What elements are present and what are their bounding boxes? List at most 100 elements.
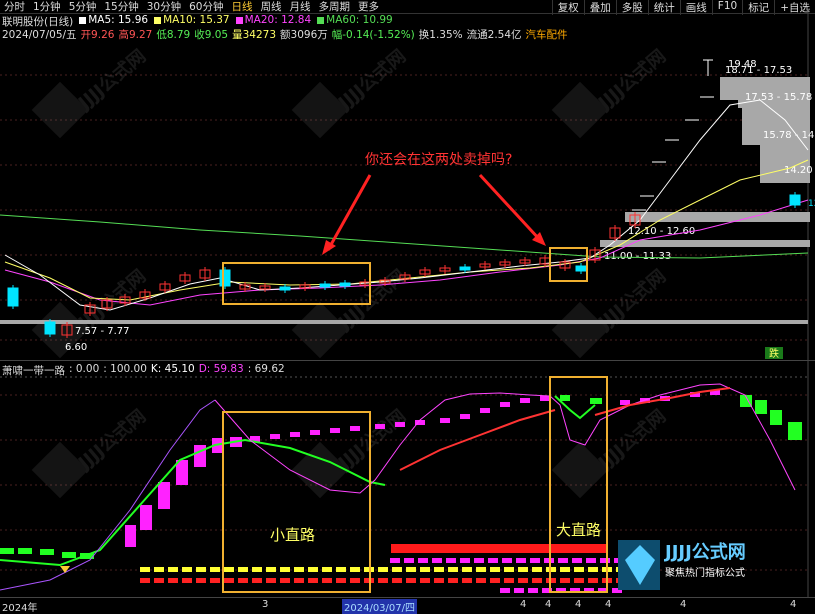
red-dash bbox=[462, 578, 472, 583]
red-dash bbox=[182, 578, 192, 583]
indicator-green-bar bbox=[788, 422, 802, 440]
watermark-text: JJJJ公式网 bbox=[73, 45, 151, 115]
watermark: JJJJ公式网 bbox=[291, 405, 410, 499]
magenta-dash bbox=[404, 558, 414, 563]
red-dash bbox=[308, 578, 318, 583]
magenta-dash bbox=[600, 558, 610, 563]
yellow-dash bbox=[406, 567, 416, 572]
watermark-text: JJJJ公式网 bbox=[593, 265, 671, 335]
candle bbox=[339, 282, 351, 287]
red-dash bbox=[392, 578, 402, 583]
yellow-dash bbox=[462, 567, 472, 572]
indicator-value-3: D: 59.83 bbox=[198, 363, 244, 375]
watermark: JJJJ公式网 bbox=[31, 265, 150, 359]
red-dash bbox=[378, 578, 388, 583]
date-label-6: 4 bbox=[605, 599, 612, 610]
indicator-magenta-bar bbox=[350, 426, 360, 431]
red-dash bbox=[406, 578, 416, 583]
annotation-arrow-right bbox=[478, 173, 542, 242]
watermark: JJJJ公式网 bbox=[551, 405, 670, 499]
yellow-dash bbox=[420, 567, 430, 572]
indicator-green-bar bbox=[770, 410, 782, 425]
yellow-dash bbox=[560, 567, 570, 572]
edge-value-label: 12 bbox=[808, 199, 815, 209]
date-label-7: 4 bbox=[680, 599, 687, 610]
red-dash bbox=[154, 578, 164, 583]
yellow-dash bbox=[392, 567, 402, 572]
magenta-dash bbox=[572, 558, 582, 563]
yellow-dash bbox=[490, 567, 500, 572]
red-dash bbox=[252, 578, 262, 583]
candle bbox=[219, 269, 231, 287]
candle bbox=[7, 287, 19, 307]
red-dash bbox=[504, 578, 514, 583]
yellow-dash bbox=[350, 567, 360, 572]
indicator-value-4: : 69.62 bbox=[247, 363, 285, 375]
indicator-magenta-bar bbox=[140, 505, 152, 530]
red-dash bbox=[238, 578, 248, 583]
indicator-legend-row: 萧啸一带一路 : 0.00: 100.00 K: 45.10 D: 59.83: 6… bbox=[2, 363, 285, 377]
indicator-magenta-bar bbox=[480, 408, 490, 413]
zone-label-6: 7.57 - 7.77 bbox=[75, 326, 130, 337]
watermark-logo bbox=[31, 441, 89, 499]
indicator-name: 萧啸一带一路 bbox=[2, 365, 65, 377]
watermark-logo bbox=[551, 81, 609, 139]
red-dash bbox=[266, 578, 276, 583]
watermark-text: JJJJ公式网 bbox=[593, 45, 671, 115]
indicator-magenta-bar bbox=[330, 428, 340, 433]
yellow-dash bbox=[504, 567, 514, 572]
red-dash bbox=[140, 578, 150, 583]
watermark: JJJJ公式网 bbox=[291, 45, 410, 139]
yellow-dash bbox=[308, 567, 318, 572]
yellow-dash bbox=[336, 567, 346, 572]
watermark: JJJJ公式网 bbox=[291, 265, 410, 359]
magenta-dash bbox=[502, 558, 512, 563]
date-label-4: 4 bbox=[545, 599, 552, 610]
magenta-dash bbox=[500, 588, 510, 593]
indicator-green-bar bbox=[755, 400, 767, 414]
indicator-value-2: K: 45.10 bbox=[150, 363, 195, 375]
indicator-red-line bbox=[594, 387, 731, 416]
logo-brand: JJJJ公式网 bbox=[663, 541, 746, 563]
yellow-dash bbox=[224, 567, 234, 572]
date-label-1: 3 bbox=[262, 599, 269, 610]
magenta-dash bbox=[516, 558, 526, 563]
magenta-dash bbox=[514, 588, 524, 593]
watermark-logo bbox=[551, 301, 609, 359]
panel-divider bbox=[0, 360, 815, 361]
red-dash bbox=[322, 578, 332, 583]
candle bbox=[459, 266, 471, 271]
indicator-magenta-bar bbox=[270, 434, 280, 439]
red-strip bbox=[391, 544, 608, 553]
yellow-dash bbox=[140, 567, 150, 572]
chart-canvas[interactable]: JJJJ公式网 JJJJ公式网 JJJJ公式网 JJJJ公式网 JJJJ公式网 JJJJ公… bbox=[0, 0, 815, 610]
indicator-green-bar bbox=[18, 548, 32, 554]
red-dash bbox=[476, 578, 486, 583]
red-dash bbox=[196, 578, 206, 583]
indicator-magenta-bar bbox=[460, 414, 470, 419]
red-dash bbox=[518, 578, 528, 583]
magenta-dash bbox=[460, 558, 470, 563]
red-dash bbox=[294, 578, 304, 583]
yellow-dash bbox=[196, 567, 206, 572]
yellow-dash bbox=[210, 567, 220, 572]
watermark-logo bbox=[31, 81, 89, 139]
indicator-magenta-bar bbox=[620, 400, 630, 405]
red-dash bbox=[588, 578, 598, 583]
date-label-0: 2024年 bbox=[2, 603, 38, 614]
yellow-dash bbox=[280, 567, 290, 572]
yellow-dash bbox=[532, 567, 542, 572]
candle bbox=[44, 321, 56, 335]
red-dash bbox=[280, 578, 290, 583]
magenta-dash bbox=[390, 558, 400, 563]
zone-label-2: 15.78 - 14 bbox=[763, 130, 814, 141]
price-zone bbox=[625, 212, 810, 222]
indicator-magenta-bar bbox=[395, 422, 405, 427]
candle bbox=[279, 286, 291, 291]
watermark: JJJJ公式网 bbox=[31, 45, 151, 139]
magenta-dash bbox=[530, 558, 540, 563]
yellow-dash bbox=[476, 567, 486, 572]
yellow-dash bbox=[434, 567, 444, 572]
red-dash bbox=[574, 578, 584, 583]
indicator-magenta-bar bbox=[375, 424, 385, 429]
